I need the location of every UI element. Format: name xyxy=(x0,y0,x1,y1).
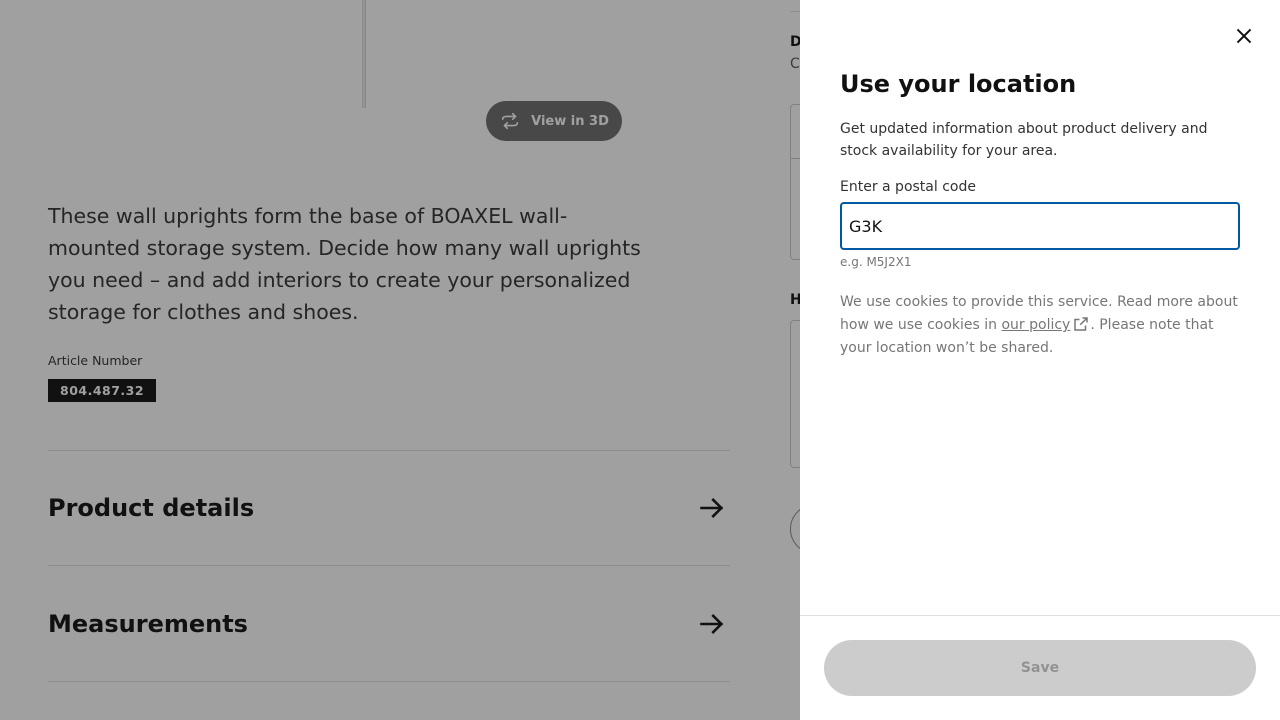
save-button[interactable]: Save xyxy=(824,640,1256,696)
postal-code-hint: e.g. M5J2X1 xyxy=(840,255,912,269)
modal-description: Get updated information about product de… xyxy=(840,121,1208,159)
postal-code-label: Enter a postal code xyxy=(840,179,976,195)
divider xyxy=(800,615,1280,616)
close-button[interactable] xyxy=(1226,18,1262,54)
policy-link[interactable]: our policy xyxy=(1001,317,1070,333)
close-icon xyxy=(1236,28,1252,44)
external-link-icon xyxy=(1074,317,1089,331)
cookie-notice: We use cookies to provide this service. … xyxy=(840,291,1240,360)
modal-title: Use your location xyxy=(840,70,1077,98)
postal-code-input[interactable] xyxy=(840,202,1240,250)
location-modal xyxy=(800,0,1280,720)
